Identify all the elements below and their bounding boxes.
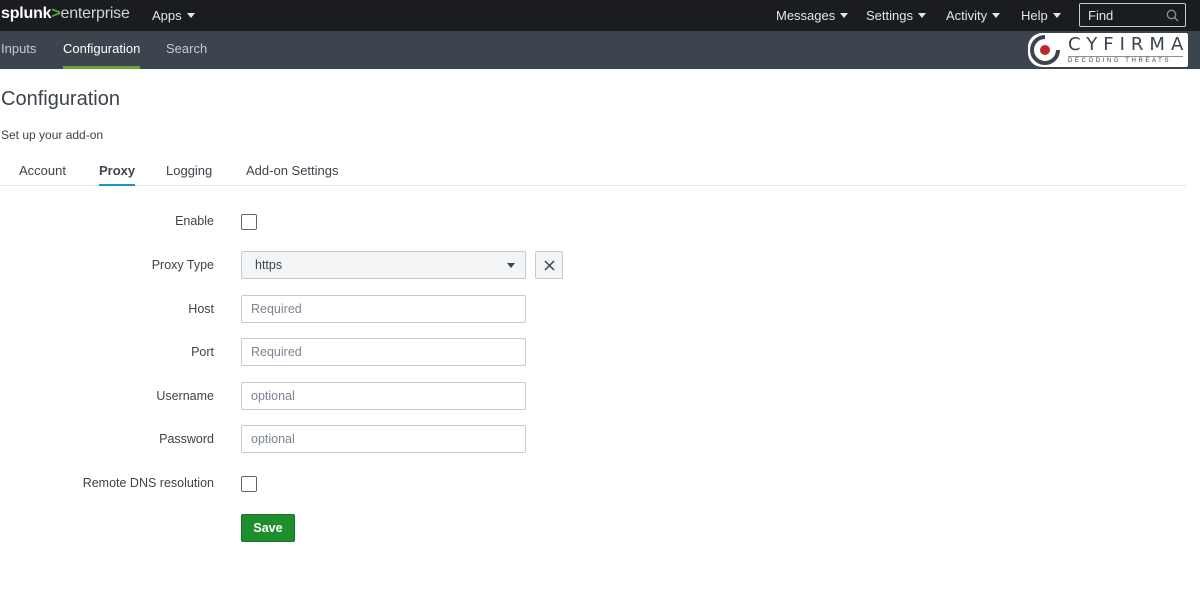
activity-menu-label: Activity [946,8,988,23]
host-label: Host [188,302,214,316]
tab-addon-settings[interactable]: Add-on Settings [246,163,339,184]
logo-text-splunk: splunk [1,5,52,22]
remote-dns-checkbox[interactable] [241,476,257,492]
activity-menu[interactable]: Activity [946,0,1001,31]
chevron-down-icon [507,263,515,268]
page-title: Configuration [1,88,120,110]
settings-menu-label: Settings [866,8,913,23]
chevron-down-icon [917,13,926,18]
logo-text-chevron: > [51,5,61,22]
nav-inputs[interactable]: Inputs [1,31,36,69]
top-bar: splunk>enterprise Apps Messages Settings… [0,0,1200,31]
brand-name: CYFIRMA [1068,34,1190,55]
port-input[interactable] [241,338,526,366]
messages-menu[interactable]: Messages [776,0,849,31]
enable-label: Enable [175,214,214,228]
nav-configuration[interactable]: Configuration [63,31,141,69]
chevron-down-icon [992,13,1001,18]
page-subtitle: Set up your add-on [1,128,104,142]
tab-proxy[interactable]: Proxy [99,163,136,186]
help-menu[interactable]: Help [1021,0,1061,31]
config-tabs: Account Proxy Logging Add-on Settings [0,160,1186,186]
chevron-down-icon [840,13,849,18]
cyfirma-mark-icon [1030,35,1060,65]
apps-menu[interactable]: Apps [152,0,195,31]
tab-logging[interactable]: Logging [166,163,212,184]
password-label: Password [159,432,214,446]
chevron-down-icon [186,13,195,18]
password-input[interactable] [241,425,526,453]
host-input[interactable] [241,295,526,323]
username-input[interactable] [241,382,526,410]
apps-menu-label: Apps [152,8,182,23]
cyfirma-logo: CYFIRMA DECODING THREATS [1028,33,1188,67]
remote-dns-label: Remote DNS resolution [82,476,214,490]
help-menu-label: Help [1021,8,1048,23]
proxy-type-label: Proxy Type [151,258,214,272]
clear-proxy-type-button[interactable] [535,251,563,279]
nav-search[interactable]: Search [166,31,207,69]
chevron-down-icon [1052,13,1061,18]
port-label: Port [191,345,214,359]
brand-tagline: DECODING THREATS [1068,56,1183,64]
close-icon [544,260,555,271]
proxy-type-select[interactable]: https [241,251,526,279]
username-label: Username [156,389,214,403]
tab-account[interactable]: Account [19,163,66,184]
app-bar: Inputs Configuration Search CYFIRMA DECO… [0,31,1200,69]
settings-menu[interactable]: Settings [866,0,926,31]
proxy-type-value: https [255,258,283,272]
splunk-logo[interactable]: splunk>enterprise [1,5,130,23]
save-button[interactable]: Save [241,514,295,542]
find-box [1079,3,1186,27]
search-icon[interactable] [1166,9,1179,22]
enable-checkbox[interactable] [241,214,257,230]
messages-menu-label: Messages [776,8,836,23]
logo-text-enterprise: enterprise [60,5,130,22]
